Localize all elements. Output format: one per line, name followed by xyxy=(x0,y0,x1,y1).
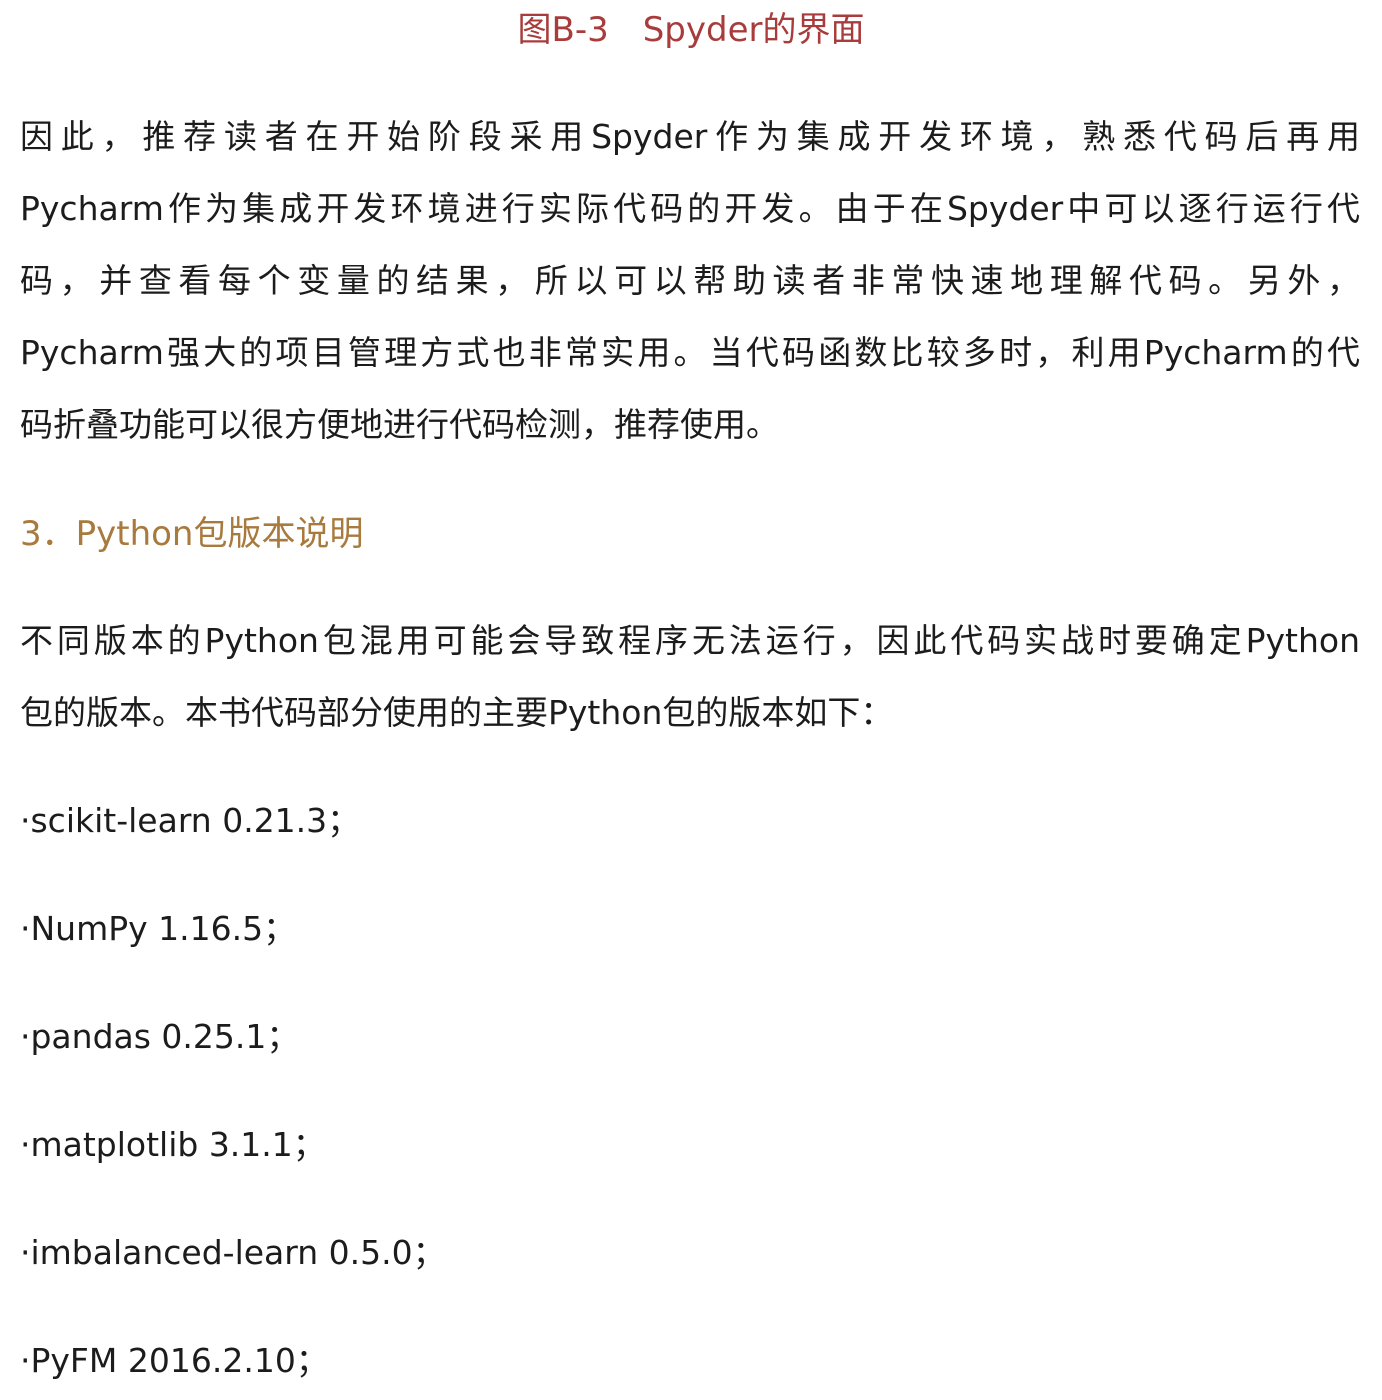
paragraph-line: 包的版本。本书代码部分使用的主要Python包的版本如下： xyxy=(20,693,894,732)
paragraph-line: 不同版本的Python包混用可能会导致程序无法运行，因此代码实战时要确定Pyth… xyxy=(20,621,1360,660)
list-item: ·scikit-learn 0.21.3； xyxy=(20,801,361,840)
list-item: ·pandas 0.25.1； xyxy=(20,1017,300,1056)
list-item: ·PyFM 2016.2.10； xyxy=(20,1341,329,1380)
list-item: ·matplotlib 3.1.1； xyxy=(20,1125,326,1164)
section-heading: 3．Python包版本说明 xyxy=(20,514,364,554)
list-item: ·NumPy 1.16.5； xyxy=(20,909,297,948)
figure-caption: 图B-3 Spyder的界面 xyxy=(517,10,865,50)
paragraph-line: 码折叠功能可以很方便地进行代码检测，推荐使用。 xyxy=(20,405,779,444)
paragraph-line: Pycharm强大的项目管理方式也非常实用。当代码函数比较多时，利用Pychar… xyxy=(20,333,1360,372)
paragraph-line: 因此，推荐读者在开始阶段采用Spyder作为集成开发环境，熟悉代码后再用 xyxy=(20,117,1360,156)
list-item: ·imbalanced-learn 0.5.0； xyxy=(20,1233,446,1272)
paragraph-line: Pycharm作为集成开发环境进行实际代码的开发。由于在Spyder中可以逐行运… xyxy=(20,189,1360,228)
paragraph-line: 码，并查看每个变量的结果，所以可以帮助读者非常快速地理解代码。另外， xyxy=(20,261,1360,300)
